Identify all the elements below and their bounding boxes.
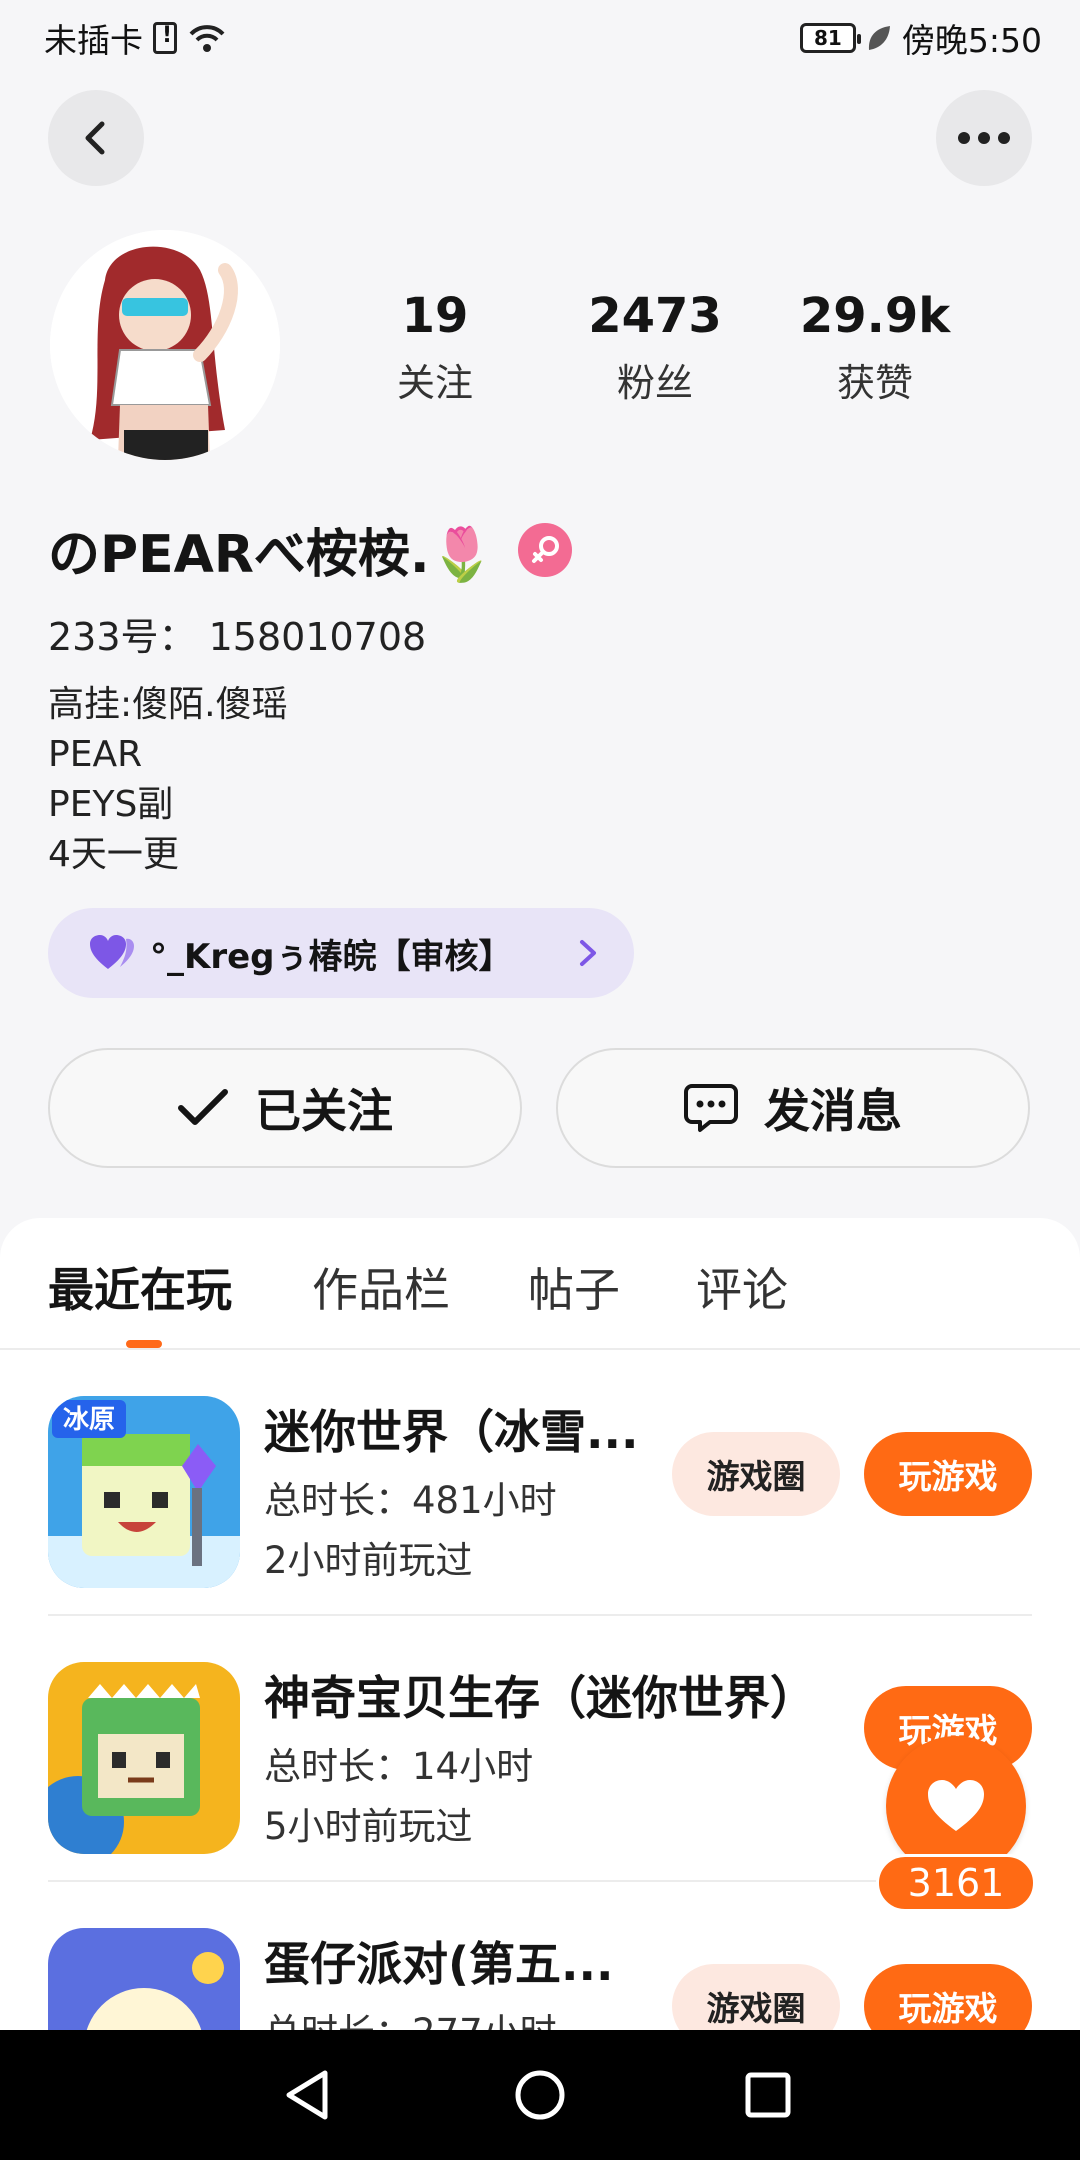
chat-icon — [684, 1084, 738, 1132]
leaf-icon — [868, 26, 890, 50]
more-button[interactable] — [936, 90, 1032, 186]
status-bar: 未插卡 81 傍晚5:50 — [0, 0, 1080, 76]
game-icon-eggy-party[interactable] — [48, 1928, 240, 2030]
heart-icon — [928, 1780, 984, 1831]
game-icon-label: 冰原 — [63, 1405, 115, 1435]
nickname-row: のPEARべ桉桉.🌷 — [48, 512, 573, 587]
chevron-right-icon — [580, 940, 596, 966]
stat-fans[interactable]: 2473 粉丝 — [545, 286, 765, 407]
system-navigation-bar — [0, 2030, 1080, 2160]
bio-line: 高挂:傻陌.傻瑶 — [48, 684, 288, 725]
profile-screen: 未插卡 81 傍晚5:50 — [0, 0, 1080, 2160]
game-title: 神奇宝贝生存（迷你世界） — [264, 1671, 816, 1725]
game-title: 迷你世界（冰雪... — [264, 1405, 639, 1459]
guild-name: °_Kregぅ椿皖【审核】 — [150, 936, 513, 977]
game-icon-miniworld-ice[interactable]: 冰原 — [48, 1396, 240, 1588]
nav-home-button[interactable] — [505, 2060, 575, 2130]
profile-tabs: 最近在玩 作品栏 帖子 评论 — [0, 1218, 1080, 1350]
profile-stats: 19 关注 2473 粉丝 29.9k 获赞 — [325, 286, 985, 407]
checkmark-icon — [178, 1089, 228, 1125]
tab-posts[interactable]: 帖子 — [528, 1254, 620, 1320]
back-button[interactable] — [48, 90, 144, 186]
stat-following[interactable]: 19 关注 — [325, 286, 545, 407]
tab-indicator — [126, 1340, 162, 1348]
game-total-time: 总时长：481小时 — [264, 1479, 557, 1522]
avatar-illustration — [50, 230, 280, 460]
more-dots-icon — [958, 132, 1010, 144]
play-game-button[interactable]: 玩游戏 — [864, 1432, 1032, 1516]
game-circle-button[interactable]: 游戏圈 — [672, 1432, 840, 1516]
game-total-time: 总时长：277小时 — [264, 2002, 557, 2030]
stat-fans-label: 粉丝 — [616, 361, 693, 405]
message-button[interactable]: 发消息 — [556, 1048, 1030, 1168]
game-icon-pokemon-survival[interactable] — [48, 1662, 240, 1854]
stat-likes[interactable]: 29.9k 获赞 — [765, 286, 985, 407]
play-game-button[interactable]: 玩游戏 — [864, 1964, 1032, 2030]
nickname: のPEARべ桉桉.🌷 — [48, 525, 495, 585]
sim-alert-icon — [153, 22, 177, 54]
status-right: 81 傍晚5:50 — [799, 14, 1042, 62]
bio-line: 4天一更 — [48, 834, 179, 875]
circle-home-icon — [515, 2070, 565, 2120]
triangle-back-icon — [286, 2070, 328, 2120]
battery-icon: 81 — [799, 23, 861, 53]
like-count: 3161 — [876, 1854, 1036, 1912]
game-total-time: 总时长：14小时 — [264, 1745, 534, 1788]
stat-following-label: 关注 — [396, 361, 473, 405]
game-list-item[interactable]: 神奇宝贝生存（迷你世界） 总时长：14小时 5小时前玩过 玩游戏 — [48, 1616, 1032, 1882]
following-button[interactable]: 已关注 — [48, 1048, 522, 1168]
tab-recently-played[interactable]: 最近在玩 — [48, 1254, 232, 1320]
following-label: 已关注 — [255, 1084, 393, 1138]
heart-icon — [90, 935, 134, 969]
nav-back-button[interactable] — [272, 2060, 342, 2130]
carrier-text: 未插卡 — [44, 21, 143, 60]
game-circle-button[interactable]: 游戏圈 — [672, 1964, 840, 2030]
square-recents-icon — [745, 2072, 791, 2118]
game-last-played: 2小时前玩过 — [264, 1539, 473, 1582]
clock-text: 傍晚5:50 — [901, 21, 1042, 60]
stat-likes-label: 获赞 — [836, 361, 913, 405]
nav-recents-button[interactable] — [733, 2060, 803, 2130]
bio: 高挂:傻陌.傻瑶 PEAR PEYS副 4天一更 — [48, 680, 288, 880]
bio-line: PEAR — [48, 734, 143, 775]
stat-fans-value: 2473 — [588, 288, 722, 344]
guild-badge[interactable]: °_Kregぅ椿皖【审核】 — [48, 908, 634, 998]
game-last-played: 5小时前玩过 — [264, 1805, 473, 1848]
wifi-icon — [189, 25, 225, 52]
bio-line: PEYS副 — [48, 784, 174, 825]
back-arrow-icon — [85, 121, 105, 155]
tab-works[interactable]: 作品栏 — [312, 1254, 450, 1320]
game-title: 蛋仔派对(第五... — [264, 1937, 614, 1991]
status-left: 未插卡 — [44, 14, 227, 62]
game-list-item[interactable]: 冰原 迷你世界（冰雪... 总时长：481小时 2小时前玩过 游戏圈 玩游戏 — [48, 1350, 1032, 1616]
avatar[interactable] — [50, 230, 280, 460]
tab-comments[interactable]: 评论 — [696, 1254, 788, 1320]
stat-following-value: 19 — [401, 288, 469, 344]
female-gender-icon — [518, 522, 573, 577]
message-label: 发消息 — [764, 1084, 902, 1138]
user-id: 233号： 158010708 — [48, 615, 427, 659]
stat-likes-value: 29.9k — [799, 288, 951, 344]
